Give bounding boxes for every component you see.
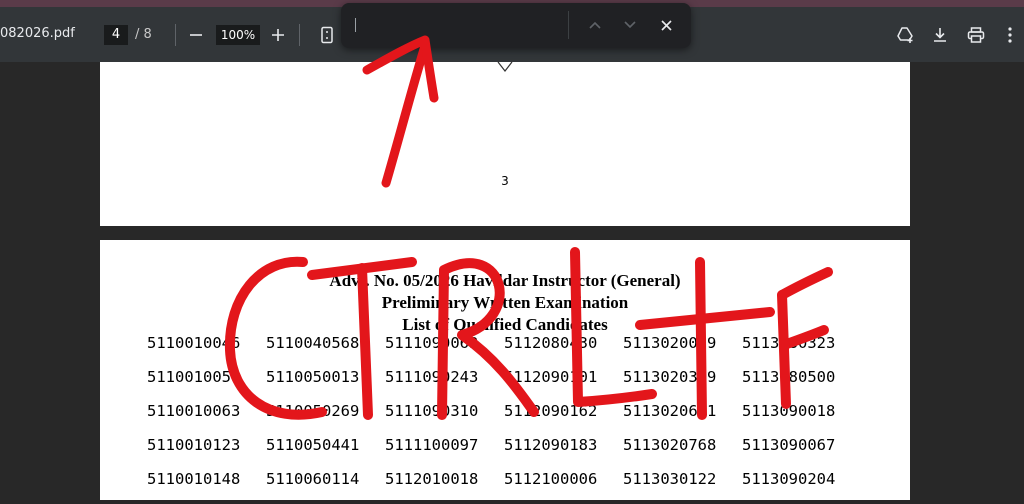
candidate-number: 5112100006 [504, 470, 598, 488]
pdf-page-3: 3 [100, 61, 910, 226]
page-fit-icon [321, 26, 333, 44]
toolbar-divider [299, 24, 300, 46]
candidate-number: 5111090063 [385, 334, 479, 352]
candidate-number: 5113080500 [742, 368, 836, 386]
close-icon [660, 19, 672, 31]
candidate-number: 5110010123 [147, 436, 241, 454]
table-row: 5110010046 5110040568 5111090063 5112080… [147, 334, 861, 368]
candidate-number: 5110050013 [266, 368, 360, 386]
page-number-input[interactable]: 4 [104, 25, 128, 45]
print-button[interactable] [962, 21, 990, 49]
candidate-number: 5111090310 [385, 402, 479, 420]
find-bar [341, 3, 691, 48]
candidate-number: 5113030122 [623, 470, 717, 488]
plus-icon [272, 29, 284, 41]
candidate-number: 5113020768 [623, 436, 717, 454]
toolbar-divider [175, 24, 176, 46]
page-separator: / [135, 27, 140, 42]
candidate-number: 5110010058 [147, 368, 241, 386]
candidate-number: 5110010063 [147, 402, 241, 420]
document-heading-line1: Advt. No. 05/2026 Havildar Instructor (G… [329, 271, 681, 290]
close-find-button[interactable] [653, 12, 679, 38]
more-vert-icon [1008, 27, 1012, 43]
table-row: 5110010123 5110050441 5111100097 5112090… [147, 436, 861, 470]
download-button[interactable] [926, 21, 954, 49]
page-number-label: 3 [501, 174, 509, 188]
candidate-number: 5113020309 [623, 368, 717, 386]
document-heading-line3: List of Qualified Candidates [402, 315, 608, 334]
candidate-number: 5112090183 [504, 436, 598, 454]
candidate-number: 5113090018 [742, 402, 836, 420]
zoom-out-button[interactable] [182, 21, 210, 49]
more-actions-button[interactable] [998, 21, 1022, 49]
text-caret [355, 18, 356, 32]
print-icon [967, 27, 985, 43]
chevron-down-icon [624, 21, 636, 29]
candidate-number: 5111090243 [385, 368, 479, 386]
candidate-number: 5110010148 [147, 470, 241, 488]
find-bar-divider [568, 11, 569, 39]
candidate-number: 5110060114 [266, 470, 360, 488]
find-next-button[interactable] [617, 12, 643, 38]
pdf-page-4: Advt. No. 05/2026 Havildar Instructor (G… [100, 240, 910, 500]
candidate-number: 5110010046 [147, 334, 241, 352]
page-count: / 8 [135, 27, 152, 42]
chevron-up-icon [589, 21, 601, 29]
zoom-input[interactable]: 100% [216, 25, 260, 45]
download-icon [934, 28, 946, 42]
candidate-number: 5110050269 [266, 402, 360, 420]
candidate-number: 5113020079 [623, 334, 717, 352]
find-previous-button[interactable] [582, 12, 608, 38]
candidate-number: 5112010018 [385, 470, 479, 488]
candidate-number: 5113020651 [623, 402, 717, 420]
candidate-number: 5110040568 [266, 334, 360, 352]
table-row: 5110010058 5110050013 5111090243 5112090… [147, 368, 861, 402]
candidate-number: 5112090162 [504, 402, 598, 420]
candidate-number: 5111100097 [385, 436, 479, 454]
candidate-number: 5112080430 [504, 334, 598, 352]
candidate-number: 5110050441 [266, 436, 360, 454]
add-drive-icon [897, 27, 913, 43]
triangle-marker [497, 61, 513, 72]
document-heading-line2: Preliminary Written Examination [381, 293, 629, 312]
total-pages: 8 [143, 27, 152, 42]
find-input[interactable] [351, 12, 565, 40]
add-to-drive-button[interactable] [891, 21, 919, 49]
candidate-number: 5112090101 [504, 368, 598, 386]
file-name: 082026.pdf [0, 26, 75, 41]
candidate-number-grid: 5110010046 5110040568 5111090063 5112080… [147, 334, 861, 504]
table-row: 5110010148 5110060114 5112010018 5112100… [147, 470, 861, 504]
candidate-number: 5113090067 [742, 436, 836, 454]
fit-page-button[interactable] [313, 21, 341, 49]
candidate-number: 5113090204 [742, 470, 836, 488]
zoom-in-button[interactable] [264, 21, 292, 49]
minus-icon [190, 34, 202, 36]
table-row: 5110010063 5110050269 5111090310 5112090… [147, 402, 861, 436]
candidate-number: 5113080323 [742, 334, 836, 352]
